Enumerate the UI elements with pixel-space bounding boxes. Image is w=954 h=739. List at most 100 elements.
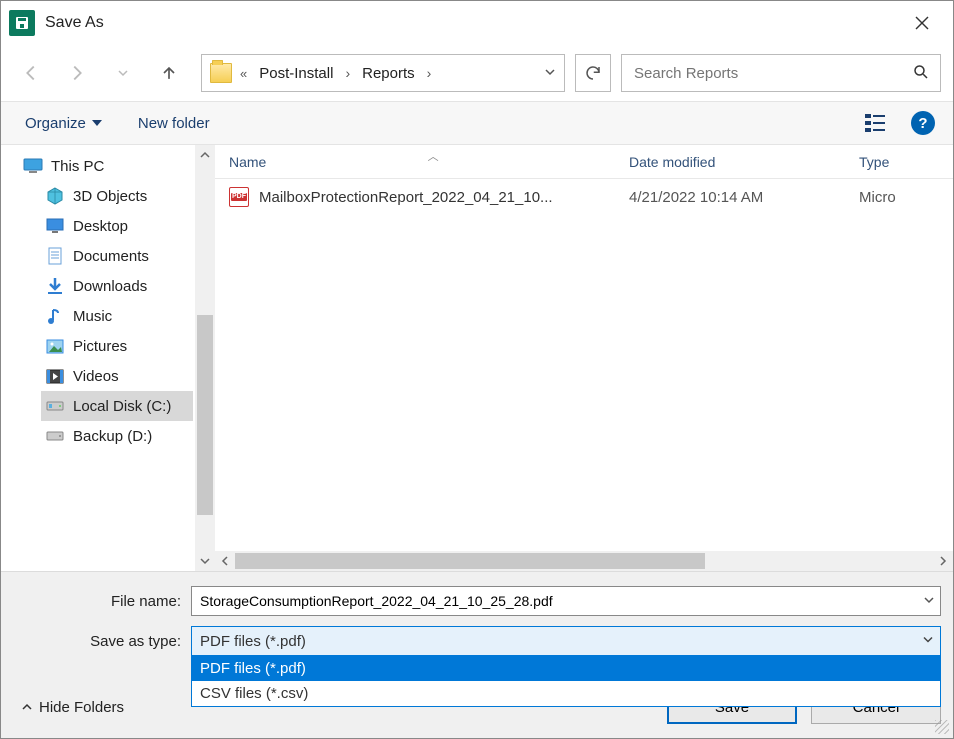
desktop-icon [45,217,65,235]
chevron-down-icon [922,633,934,650]
tree-item-desktop[interactable]: Desktop [41,211,193,241]
recent-locations-button[interactable] [105,55,141,91]
horizontal-scrollbar[interactable] [215,551,953,571]
hide-folders-label: Hide Folders [39,699,124,716]
breadcrumb-prefix: « [240,66,247,81]
scroll-left-icon[interactable] [215,556,235,566]
close-button[interactable] [899,7,945,39]
search-icon [912,63,930,84]
file-pane: Name ︿ Date modified Type PDF MailboxPro… [215,145,953,571]
scroll-thumb[interactable] [235,553,705,569]
dropdown-option[interactable]: CSV files (*.csv) [192,681,940,706]
file-list[interactable]: PDF MailboxProtectionReport_2022_04_21_1… [215,179,953,551]
document-icon [45,247,65,265]
disk-icon [45,427,65,445]
up-button[interactable] [151,55,187,91]
chevron-down-icon[interactable] [544,65,556,81]
main-area: This PC 3D Objects Desktop Documents [1,145,953,571]
file-date: 4/21/2022 10:14 AM [629,189,859,206]
saveastype-label: Save as type: [13,633,191,650]
file-name: MailboxProtectionReport_2022_04_21_10... [259,189,553,206]
tree-label: Documents [73,248,149,265]
back-button[interactable] [13,55,49,91]
tree-item-music[interactable]: Music [41,301,193,331]
chevron-right-icon: › [345,65,350,81]
column-header-date[interactable]: Date modified [615,145,845,178]
tree-label: 3D Objects [73,188,147,205]
column-headers: Name ︿ Date modified Type [215,145,953,179]
tree-label: Desktop [73,218,128,235]
tree-label: Videos [73,368,119,385]
organize-button[interactable]: Organize [19,111,108,136]
navigation-row: « Post-Install › Reports › [1,45,953,101]
column-label: Date modified [629,154,715,170]
tree-item-videos[interactable]: Videos [41,361,193,391]
hide-folders-button[interactable]: Hide Folders [13,699,124,716]
tree-item-downloads[interactable]: Downloads [41,271,193,301]
new-folder-button[interactable]: New folder [132,111,216,136]
refresh-button[interactable] [575,54,611,92]
chevron-up-icon [21,701,33,713]
titlebar: Save As [1,1,953,45]
videos-icon [45,367,65,385]
scroll-track[interactable] [195,165,215,551]
search-box[interactable] [621,54,941,92]
navigation-tree: This PC 3D Objects Desktop Documents [1,151,215,451]
file-type: Micro [859,189,939,206]
saveastype-combo[interactable]: PDF files (*.pdf) [191,626,941,656]
tree-label: Downloads [73,278,147,295]
folder-icon [210,63,232,83]
address-bar[interactable]: « Post-Install › Reports › [201,54,565,92]
combo-value: PDF files (*.pdf) [200,633,306,650]
filename-label: File name: [13,593,191,610]
sidebar: This PC 3D Objects Desktop Documents [1,145,215,571]
view-options-button[interactable] [865,114,893,132]
save-as-dialog: Save As « Post-Install › Reports › [0,0,954,739]
details-view-icon [865,114,887,132]
breadcrumb-item[interactable]: Post-Install [255,63,337,84]
toolbar: Organize New folder ? [1,101,953,145]
saveastype-dropdown: PDF files (*.pdf) CSV files (*.csv) [191,656,941,707]
filename-input[interactable] [191,586,941,616]
tree-label: Local Disk (C:) [73,398,171,415]
tree-item-backup-d[interactable]: Backup (D:) [41,421,193,451]
computer-icon [23,157,43,175]
chevron-right-icon: › [427,65,432,81]
column-header-type[interactable]: Type [845,145,925,178]
file-row[interactable]: PDF MailboxProtectionReport_2022_04_21_1… [215,179,953,215]
tree-item-3d-objects[interactable]: 3D Objects [41,181,193,211]
newfolder-label: New folder [138,115,210,132]
disk-icon [45,397,65,415]
tree-item-documents[interactable]: Documents [41,241,193,271]
scroll-up-icon[interactable] [195,145,215,165]
tree-item-local-disk-c[interactable]: Local Disk (C:) [41,391,193,421]
download-icon [45,277,65,295]
dropdown-option[interactable]: PDF files (*.pdf) [192,656,940,681]
scroll-track[interactable] [235,551,933,571]
organize-label: Organize [25,115,86,132]
search-input[interactable] [632,64,912,83]
bottom-panel: File name: Save as type: PDF files (*.pd… [1,571,953,738]
forward-button[interactable] [59,55,95,91]
column-label: Name [229,154,266,170]
pictures-icon [45,337,65,355]
chevron-down-icon [92,120,102,126]
music-icon [45,307,65,325]
column-header-name[interactable]: Name ︿ [215,145,615,178]
tree-label: Backup (D:) [73,428,152,445]
app-icon [9,10,35,36]
tree-label: Music [73,308,112,325]
scroll-down-icon[interactable] [195,551,215,571]
tree-item-this-pc[interactable]: This PC [19,151,193,181]
breadcrumb-item[interactable]: Reports [358,63,419,84]
sidebar-scrollbar[interactable] [195,145,215,571]
scroll-thumb[interactable] [197,315,213,515]
tree-label: This PC [51,158,104,175]
cube-icon [45,187,65,205]
resize-grip-icon[interactable] [935,720,949,734]
help-button[interactable]: ? [911,111,935,135]
tree-label: Pictures [73,338,127,355]
tree-item-pictures[interactable]: Pictures [41,331,193,361]
scroll-right-icon[interactable] [933,556,953,566]
pdf-file-icon: PDF [229,187,249,207]
